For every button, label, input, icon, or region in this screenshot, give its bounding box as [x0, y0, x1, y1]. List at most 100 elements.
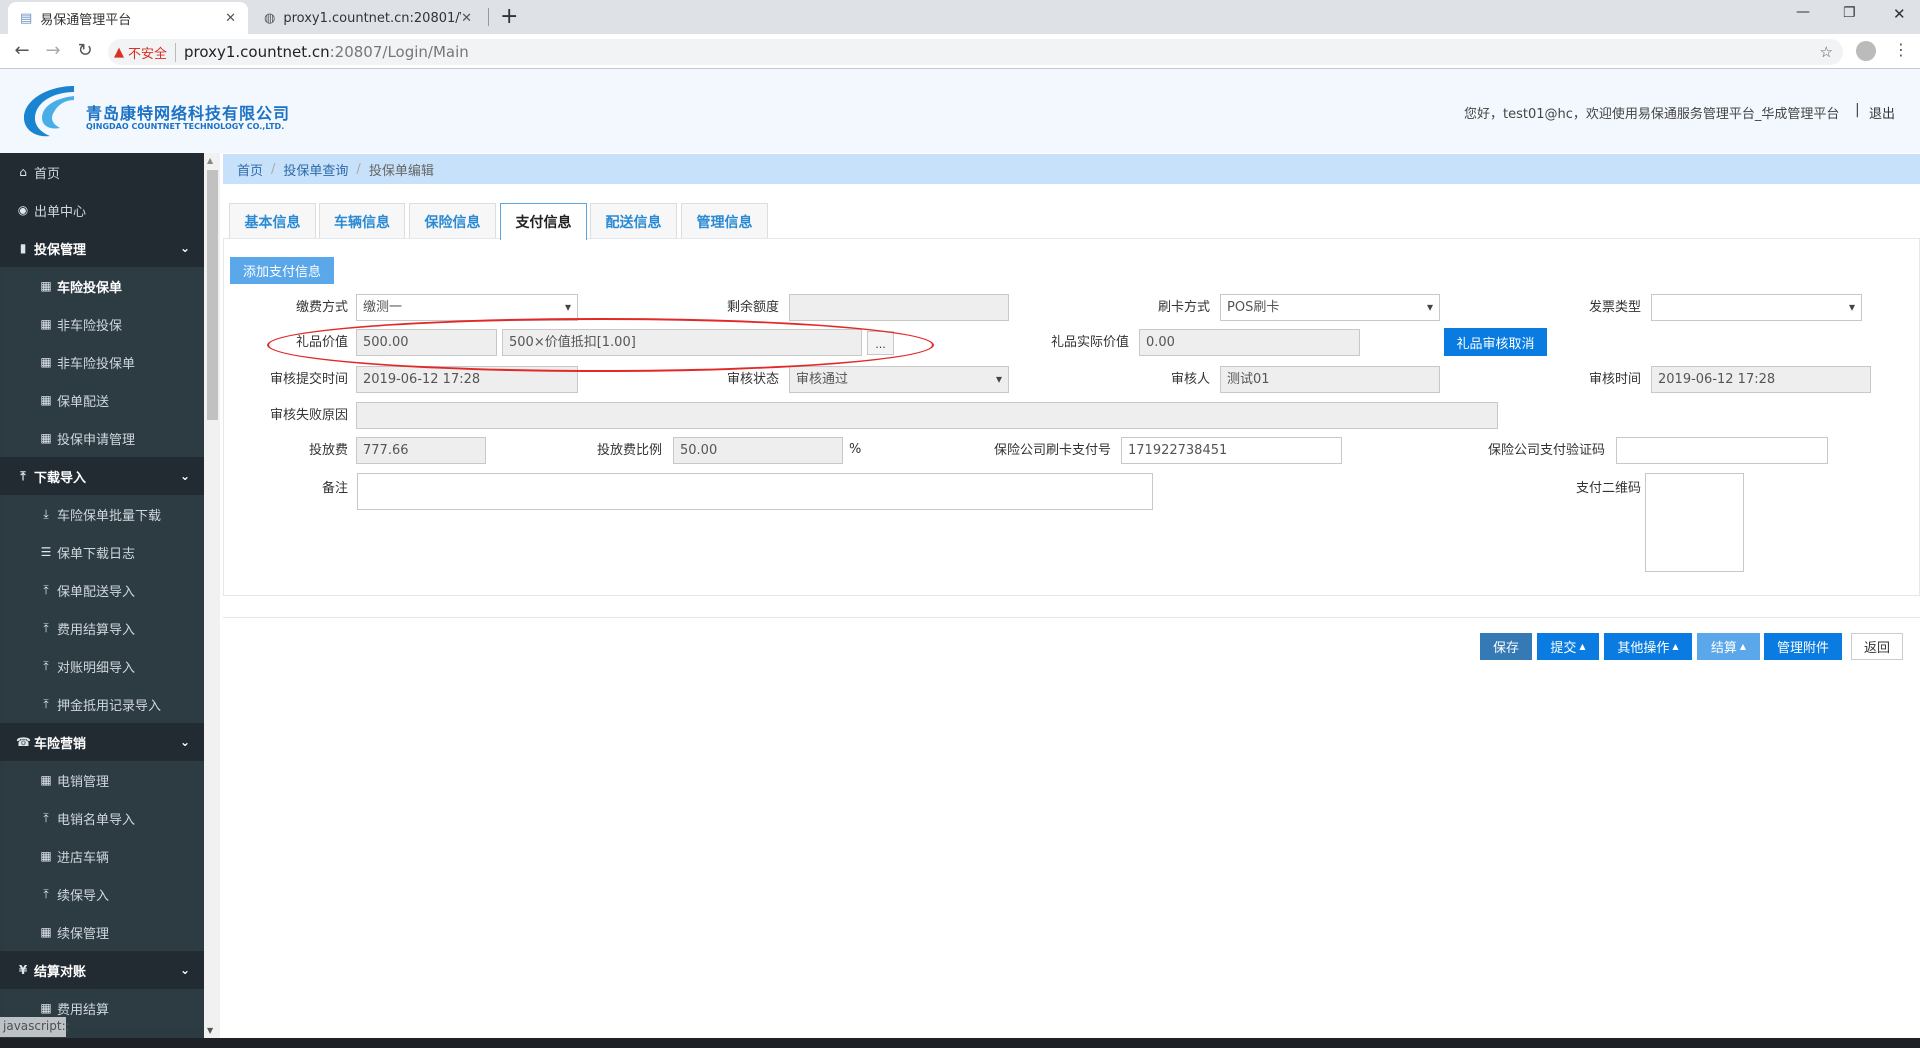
placement-fee-label: 投放费 [308, 443, 348, 458]
sidebar-item-label: 车险营销 [34, 736, 87, 752]
chevron-down-icon[interactable]: ⌄ [180, 469, 190, 483]
grid-icon: ▦ [40, 1001, 52, 1015]
gift-actual-value-input[interactable]: 0.00 [1139, 329, 1360, 356]
review-submit-time-input[interactable]: 2019-06-12 17:28 [356, 366, 578, 393]
gift-more-button[interactable]: ... [867, 331, 894, 355]
add-payment-info-button[interactable]: 添加支付信息 [230, 257, 334, 284]
back-icon[interactable]: ← [10, 40, 34, 61]
logout-link[interactable]: 退出 [1869, 103, 1895, 122]
gift-review-cancel-button[interactable]: 礼品审核取消 [1444, 328, 1547, 356]
sidebar-item[interactable]: ⤒ 下载导入 ⌄ [0, 457, 204, 495]
yen-icon: ¥ [18, 963, 28, 977]
sidebar-item[interactable]: ⤒ 续保导入 [3, 875, 204, 913]
sidebar-item[interactable]: ⤒ 对账明细导入 [3, 647, 204, 685]
sidebar-item[interactable]: ▦ 投保申请管理 [3, 419, 204, 457]
company-name-en: QINGDAO COUNTNET TECHNOLOGY CO.,LTD. [86, 122, 285, 131]
chevron-down-icon[interactable]: ⌄ [180, 963, 190, 977]
sidebar-item[interactable]: ▦ 保单配送 [3, 381, 204, 419]
payment-method-select[interactable]: 缴测一 [356, 294, 578, 321]
tab-management-info[interactable]: 管理信息 [681, 203, 768, 239]
tab-insurance-info[interactable]: 保险信息 [409, 203, 496, 239]
sidebar-item[interactable]: ⌂ 首页 [0, 153, 204, 191]
sidebar-item[interactable]: ¥ 结算对账 ⌄ [0, 951, 204, 989]
gift-value-detail-input[interactable]: 500×价值抵扣[1.00] [502, 329, 862, 356]
manage-attachments-button[interactable]: 管理附件 [1764, 633, 1842, 660]
payment-qr-image [1645, 473, 1744, 572]
grid-icon: ▦ [40, 355, 52, 369]
grid-icon: ▦ [40, 773, 52, 787]
close-tab-icon[interactable]: ✕ [461, 11, 472, 26]
sidebar-item[interactable]: ▦ 电销管理 [3, 761, 204, 799]
breadcrumb-home[interactable]: 首页 [237, 160, 263, 179]
tab-vehicle-info[interactable]: 车辆信息 [319, 203, 405, 239]
restore-icon[interactable]: ❐ [1843, 5, 1856, 21]
sidebar-item-label: 费用结算 [57, 1002, 110, 1018]
browser-tab-strip: ▤ 易保通管理平台 ✕ ◍ proxy1.countnet.cn:20801/V… [0, 0, 1920, 34]
chevron-down-icon[interactable]: ⌄ [180, 735, 190, 749]
remaining-quota-input[interactable] [789, 294, 1009, 321]
sidebar-item[interactable]: ▦ 车险投保单 [3, 267, 204, 305]
sidebar-item[interactable]: ⤒ 费用结算导入 [3, 609, 204, 647]
profile-avatar-icon[interactable] [1856, 41, 1876, 61]
insurer-card-payment-no-input[interactable]: 171922738451 [1121, 437, 1342, 464]
import-icon: ⤒ [43, 886, 49, 901]
invoice-type-select[interactable] [1651, 294, 1862, 321]
card-method-select[interactable]: POS刷卡 [1220, 294, 1440, 321]
sidebar-item-label: 保单配送导入 [57, 584, 136, 600]
forward-icon[interactable]: → [41, 40, 65, 61]
chevron-down-icon[interactable]: ⌄ [180, 241, 190, 255]
phone-icon: ☎ [16, 735, 31, 749]
tab-basic-info[interactable]: 基本信息 [229, 203, 316, 239]
save-button[interactable]: 保存 [1480, 633, 1532, 660]
url-input[interactable]: ▲ 不安全 proxy1.countnet.cn:20807/Login/Mai… [108, 39, 1843, 65]
tab-payment-info[interactable]: 支付信息 [500, 203, 587, 240]
back-button[interactable]: 返回 [1851, 633, 1903, 660]
address-bar-row: ← → ↻ ▲ 不安全 proxy1.countnet.cn:20807/Log… [0, 34, 1920, 69]
import-icon: ⤒ [43, 696, 49, 711]
sidebar-item[interactable]: ⤓ 车险保单批量下载 [3, 495, 204, 533]
sidebar-item[interactable]: ☰ 保单下载日志 [3, 533, 204, 571]
breadcrumb-policy-query[interactable]: 投保单查询 [283, 160, 348, 179]
browser-tab-active[interactable]: ▤ 易保通管理平台 ✕ [8, 2, 248, 34]
menu-kebab-icon[interactable]: ⋮ [1893, 40, 1909, 59]
browser-tab[interactable]: ◍ proxy1.countnet.cn:20801/Veh ✕ [252, 2, 484, 34]
sidebar-item[interactable]: ⤒ 保单配送导入 [3, 571, 204, 609]
other-operations-button[interactable]: 其他操作 ▲ [1604, 633, 1692, 660]
new-tab-icon[interactable]: + [500, 4, 518, 29]
sidebar-item[interactable]: ⤒ 电销名单导入 [3, 799, 204, 837]
sidebar-item[interactable]: ▦ 非车险投保 [3, 305, 204, 343]
sidebar-item[interactable]: ▦ 进店车辆 [3, 837, 204, 875]
submit-button[interactable]: 提交 ▲ [1537, 633, 1599, 660]
sidebar-item-label: 非车险投保单 [57, 356, 136, 372]
breadcrumb-separator: / [271, 161, 276, 177]
bookmark-star-icon[interactable]: ☆ [1820, 43, 1833, 61]
tab-delivery-info[interactable]: 配送信息 [590, 203, 677, 239]
placement-fee-input[interactable]: 777.66 [356, 437, 486, 464]
close-tab-icon[interactable]: ✕ [225, 11, 236, 26]
close-window-icon[interactable]: ✕ [1893, 5, 1906, 23]
sidebar-item[interactable]: ⤒ 押金抵用记录导入 [3, 685, 204, 723]
reviewer-input[interactable]: 测试01 [1220, 366, 1440, 393]
gift-value-input[interactable]: 500.00 [356, 329, 497, 356]
sidebar-item[interactable]: ◉ 出单中心 [0, 191, 204, 229]
sidebar-item[interactable]: ▦ 非车险投保单 [3, 343, 204, 381]
import-icon: ⤒ [43, 810, 49, 825]
sidebar-item-label: 投保管理 [34, 242, 87, 258]
sidebar-item[interactable]: ▦ 续保管理 [3, 913, 204, 951]
minimize-icon[interactable]: — [1796, 4, 1810, 20]
placement-ratio-input[interactable]: 50.00 [673, 437, 843, 464]
reload-icon[interactable]: ↻ [73, 40, 97, 61]
remark-textarea[interactable] [357, 473, 1153, 510]
scroll-down-icon[interactable]: ▼ [207, 1026, 213, 1035]
insurer-payment-code-input[interactable] [1616, 437, 1828, 464]
payment-method-label: 缴费方式 [295, 300, 348, 315]
review-status-select[interactable]: 审核通过 [789, 366, 1009, 393]
sidebar-item[interactable]: ☎ 车险营销 ⌄ [0, 723, 204, 761]
sidebar-item[interactable]: ▮ 投保管理 ⌄ [0, 229, 204, 267]
settle-button[interactable]: 结算 ▲ [1697, 633, 1760, 660]
review-time-input[interactable]: 2019-06-12 17:28 [1651, 366, 1871, 393]
review-fail-reason-input[interactable] [356, 402, 1498, 429]
download-icon: ⤓ [43, 506, 49, 521]
scroll-up-icon[interactable]: ▲ [207, 156, 213, 165]
gift-value-label: 礼品价值 [295, 335, 348, 350]
